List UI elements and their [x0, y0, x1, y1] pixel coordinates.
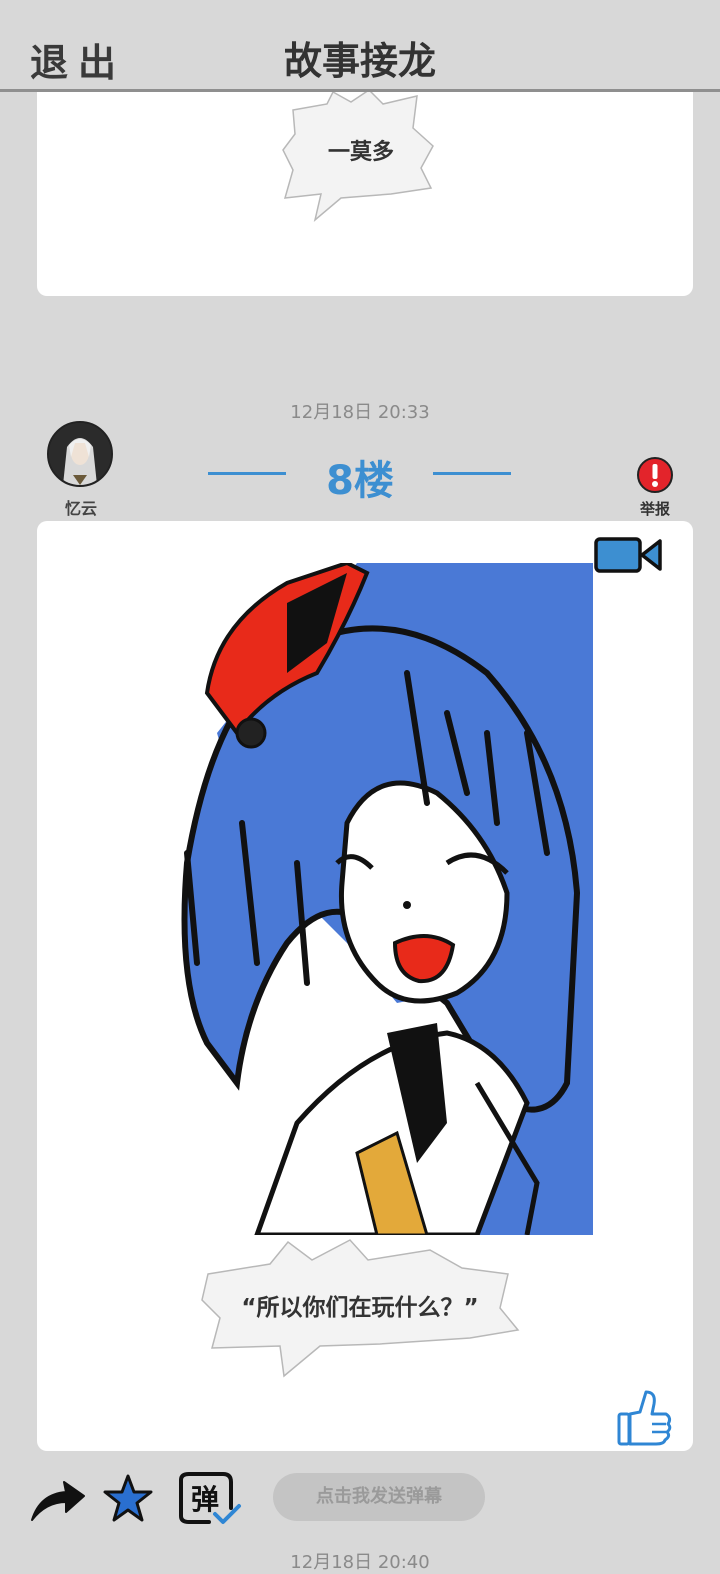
floor-number: 8楼: [326, 458, 394, 504]
top-bar: 退出 故事接龙: [0, 0, 720, 92]
next-post-timestamp: 12月18日 20:40: [290, 1552, 430, 1573]
report-label[interactable]: 举报: [630, 498, 680, 519]
post-drawing[interactable]: [147, 563, 593, 1235]
post-timestamp: 12月18日 20:33: [290, 402, 430, 423]
send-danmu-button[interactable]: 点击我发送弹幕: [273, 1473, 485, 1521]
drawing-image: [147, 563, 593, 1235]
previous-caption: 一莫多: [327, 140, 394, 165]
report-icon[interactable]: [636, 456, 674, 494]
post-caption-bubble: “所以你们在玩什么？”: [200, 1238, 520, 1378]
thumbs-up-icon[interactable]: [616, 1388, 672, 1446]
post-caption: “所以你们在玩什么？”: [241, 1295, 479, 1321]
danmu-icon[interactable]: 弹: [175, 1470, 243, 1526]
share-arrow-icon[interactable]: [30, 1478, 86, 1522]
star-icon[interactable]: [103, 1474, 153, 1522]
previous-caption-bubble: 一莫多: [281, 90, 441, 225]
floor-divider-right: [433, 472, 511, 475]
video-camera-icon[interactable]: [594, 535, 664, 575]
page-title: 故事接龙: [283, 39, 436, 83]
danmu-icon-label: 弹: [190, 1483, 219, 1516]
previous-post-card: 一莫多: [37, 60, 693, 296]
